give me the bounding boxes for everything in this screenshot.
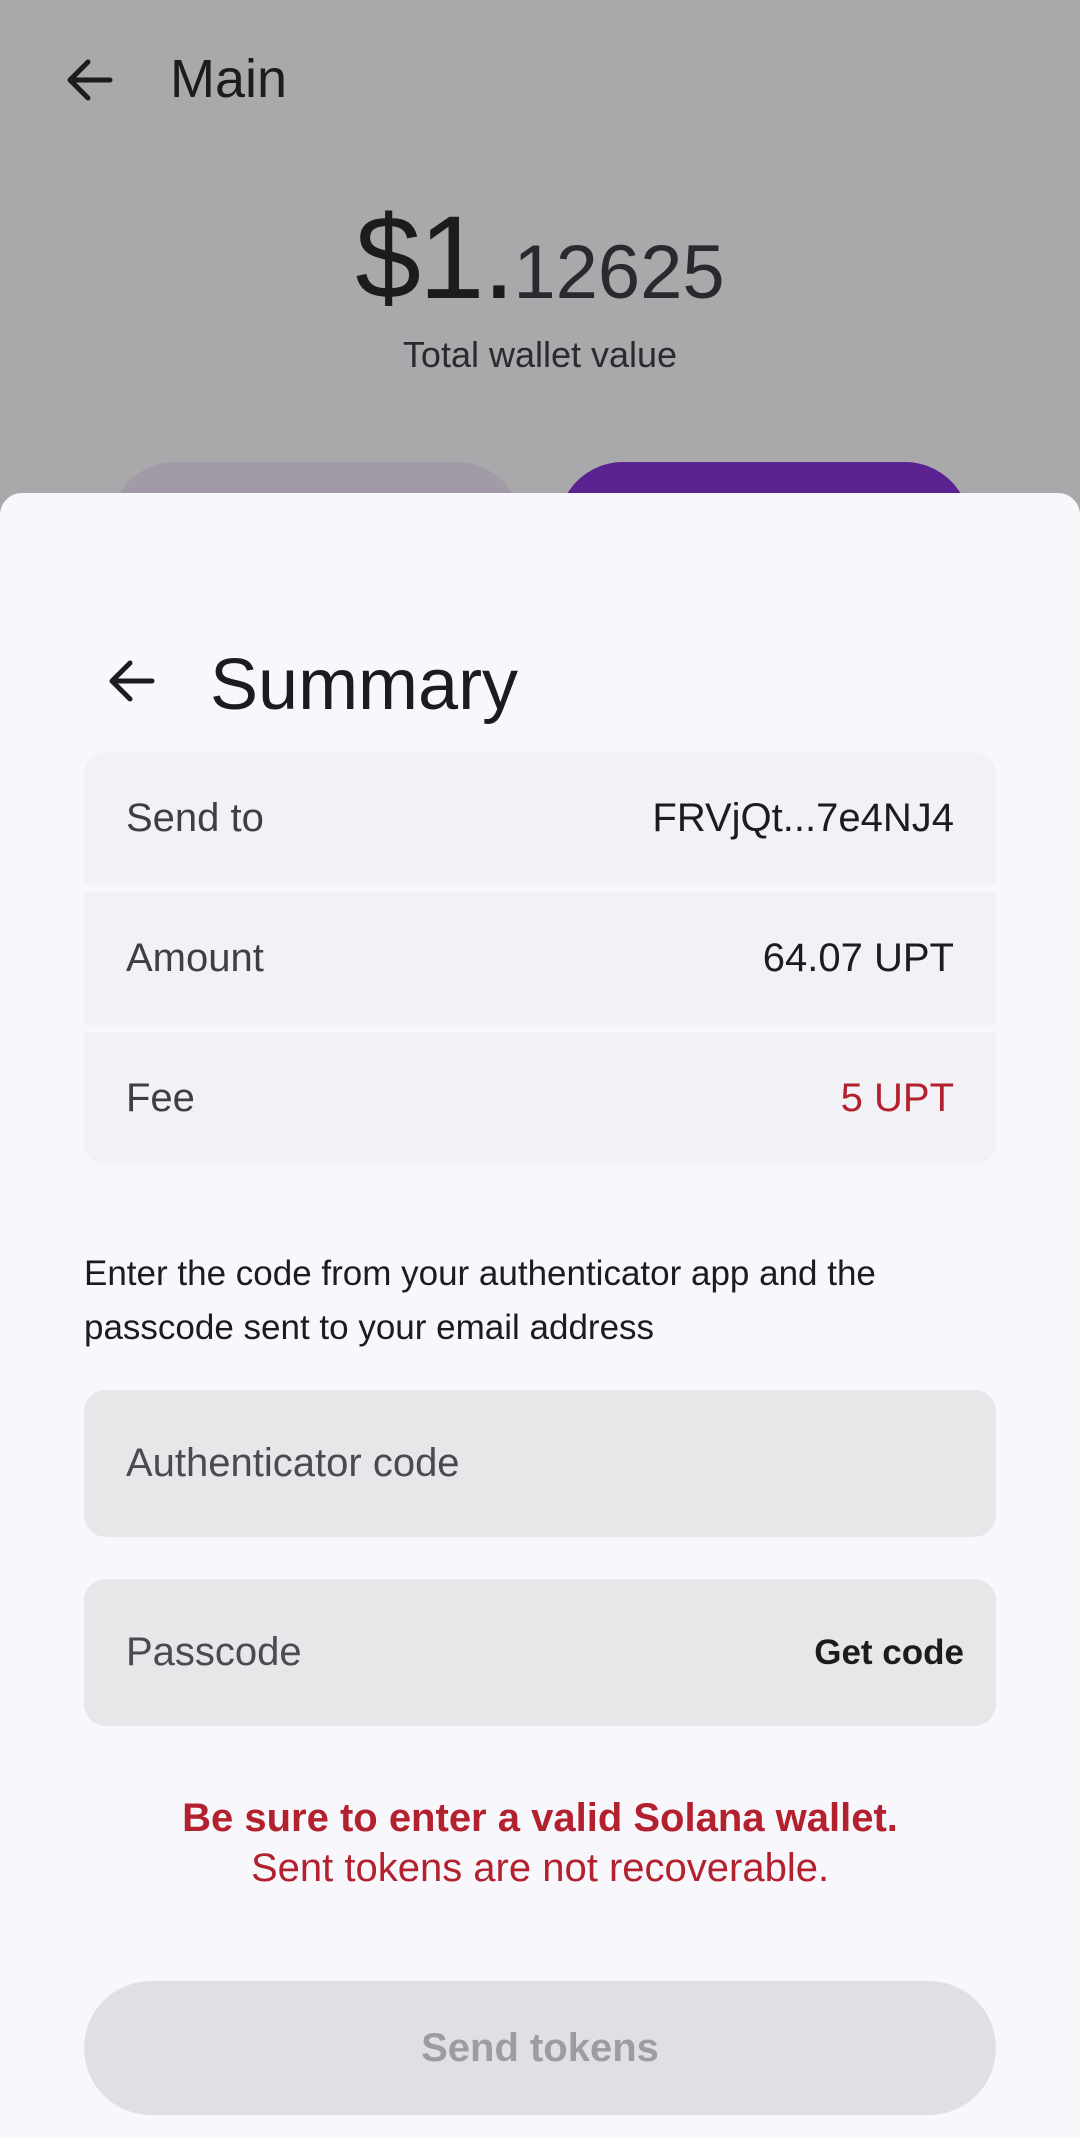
- arrow-left-icon[interactable]: [104, 653, 160, 709]
- arrow-left-icon[interactable]: [62, 52, 118, 108]
- amount-value: 64.07 UPT: [762, 936, 954, 980]
- summary-row-label: Fee: [126, 1076, 195, 1120]
- wallet-balance: $1.12625: [0, 190, 1080, 326]
- background-header: Main: [0, 0, 1080, 160]
- send-tokens-button[interactable]: Send tokens: [84, 1981, 996, 2115]
- balance-label: Total wallet value: [402, 334, 678, 375]
- summary-row-amount: Amount 64.07 UPT: [84, 892, 996, 1025]
- instructions-text: Enter the code from your authenticator a…: [84, 1254, 876, 1347]
- warning-line-2: Sent tokens are not recoverable.: [250, 1846, 830, 1890]
- summary-sheet: Summary Send to FRVjQt...7e4NJ4 Amount 6…: [0, 493, 1080, 2138]
- passcode-field[interactable]: Get code: [84, 1579, 996, 1726]
- screen: Main $1.12625 Total wallet value Summary…: [0, 0, 1080, 2138]
- sheet-title: Summary: [210, 645, 519, 725]
- get-code-button[interactable]: Get code: [814, 1633, 964, 1673]
- recipient-address: FRVjQt...7e4NJ4: [652, 796, 954, 840]
- fee-value: 5 UPT: [840, 1076, 954, 1120]
- page-title: Main: [170, 49, 288, 109]
- authenticator-code-input[interactable]: [126, 1441, 964, 1486]
- balance-whole: $1.: [355, 192, 515, 324]
- summary-table: Send to FRVjQt...7e4NJ4 Amount 64.07 UPT…: [84, 752, 996, 1165]
- authenticator-code-field[interactable]: [84, 1390, 996, 1537]
- balance-decimals: 12625: [513, 230, 725, 315]
- summary-row-send-to: Send to FRVjQt...7e4NJ4: [84, 752, 996, 885]
- warning-message: Be sure to enter a valid Solana wallet. …: [0, 1793, 1080, 1893]
- summary-row-fee: Fee 5 UPT: [84, 1032, 996, 1165]
- summary-row-label: Amount: [126, 936, 264, 980]
- warning-line-1: Be sure to enter a valid Solana wallet.: [182, 1796, 898, 1840]
- summary-row-label: Send to: [126, 796, 264, 840]
- passcode-input[interactable]: [126, 1630, 815, 1675]
